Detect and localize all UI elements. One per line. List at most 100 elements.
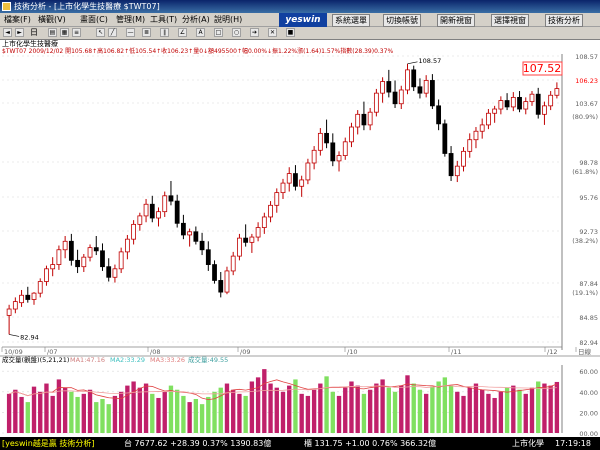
hline-tool-icon[interactable]: — bbox=[126, 28, 135, 37]
candle-body bbox=[168, 195, 174, 202]
price-tick-label: 84.85 bbox=[579, 314, 598, 322]
save-icon[interactable]: ■ bbox=[286, 28, 295, 37]
volume-bar bbox=[536, 381, 541, 433]
layout-icon[interactable]: ▤ bbox=[48, 28, 57, 37]
switch-account-button[interactable]: 切換帳號 bbox=[383, 14, 421, 27]
delete-tool-icon[interactable]: ✕ bbox=[268, 28, 277, 37]
circle-tool-icon[interactable]: ○ bbox=[232, 28, 241, 37]
volume-bar bbox=[367, 389, 373, 433]
candle-body bbox=[430, 80, 435, 107]
candle-body bbox=[68, 240, 74, 261]
price-chart: 上市化學生技醫療$TWT07 2009/12/02 開105.68↑高106.8… bbox=[0, 39, 600, 438]
candle-body bbox=[398, 89, 404, 105]
candle-body bbox=[479, 124, 485, 132]
volume-bar bbox=[143, 383, 149, 433]
candle-body bbox=[187, 231, 193, 236]
chart-area[interactable]: 上市化學生技醫療 $TWT07 2009/12/02 開105.68↑高106.8… bbox=[0, 39, 600, 438]
info-line: $TWT07 2009/12/02 開105.68↑高106.82↑低105.5… bbox=[2, 47, 393, 55]
candle-body bbox=[137, 215, 143, 225]
candle-body bbox=[100, 250, 105, 268]
market-label[interactable]: 上市化學 bbox=[512, 437, 544, 450]
period-selector[interactable]: 日 bbox=[30, 28, 38, 38]
volume-bar bbox=[206, 396, 211, 433]
volume-bar bbox=[175, 389, 180, 433]
volume-bar bbox=[330, 391, 335, 433]
menu-item-tools[interactable]: 工具(T) bbox=[150, 13, 177, 26]
volume-bar bbox=[280, 391, 286, 433]
indicator-value: 成交量:49.55 bbox=[188, 355, 228, 364]
candle-body bbox=[529, 93, 535, 103]
volume-bar bbox=[25, 402, 30, 433]
indicator-value: MA3:33.26 bbox=[150, 356, 185, 364]
candle-body bbox=[218, 280, 224, 293]
candle-body bbox=[156, 211, 161, 219]
select-window-button[interactable]: 選擇視窗 bbox=[491, 14, 529, 27]
high-marker-line bbox=[407, 61, 418, 65]
volume-bar bbox=[243, 395, 248, 433]
candle-body bbox=[44, 268, 49, 282]
volume-bar bbox=[548, 385, 553, 433]
candle-body bbox=[12, 301, 18, 310]
fib-tool-icon[interactable]: ≣ bbox=[142, 28, 151, 37]
candle-body bbox=[349, 126, 354, 143]
candle-body bbox=[124, 238, 130, 253]
menu-item-screen[interactable]: 畫面(C) bbox=[80, 13, 108, 26]
menu-item-help[interactable]: 說明(H) bbox=[214, 13, 242, 26]
volume-bar bbox=[504, 387, 510, 433]
volume-bar bbox=[231, 389, 236, 433]
prev-icon[interactable]: ◄ bbox=[3, 28, 12, 37]
technical-analysis-button[interactable]: 技術分析 bbox=[545, 14, 583, 27]
candle-body bbox=[492, 108, 498, 114]
pointer-icon[interactable]: ↖ bbox=[96, 28, 105, 37]
volume-bar bbox=[467, 387, 472, 433]
candle-body bbox=[299, 179, 305, 187]
indicator-value: MA1:47.16 bbox=[70, 356, 105, 364]
volume-bar bbox=[318, 383, 323, 433]
toolbar: ◄ ► 日 ▤ ▦ ≡ ↖ ╱ — ≣ ∥ ∠ A □ ○ ➔ ✕ ■ bbox=[0, 27, 600, 40]
next-icon[interactable]: ► bbox=[15, 28, 24, 37]
volume-bar bbox=[374, 383, 379, 433]
candle-body bbox=[261, 216, 267, 228]
channel-tool-icon[interactable]: ∥ bbox=[160, 28, 169, 37]
volume-bar bbox=[224, 383, 230, 433]
system-menu-button[interactable]: 系統選單 bbox=[332, 14, 370, 27]
x-axis-label: /09 bbox=[240, 348, 250, 356]
grid-icon[interactable]: ▦ bbox=[60, 28, 69, 37]
list-icon[interactable]: ≡ bbox=[72, 28, 81, 37]
x-axis-label: /12 bbox=[547, 348, 557, 356]
menu-item-analysis[interactable]: 分析(A) bbox=[182, 13, 210, 26]
price-tick-label: 108.57 bbox=[575, 53, 598, 61]
candle-body bbox=[535, 93, 541, 115]
angle-tool-icon[interactable]: ∠ bbox=[178, 28, 187, 37]
volume-bar bbox=[156, 397, 161, 433]
volume-bar bbox=[542, 383, 547, 433]
volume-bar bbox=[112, 395, 118, 433]
volume-bar bbox=[343, 387, 348, 433]
volume-bar bbox=[355, 385, 360, 433]
text-tool-icon[interactable]: A bbox=[196, 28, 205, 37]
volume-bar bbox=[423, 393, 429, 433]
menu-item-file[interactable]: 檔案(F) bbox=[4, 13, 31, 26]
arrow-tool-icon[interactable]: ➔ bbox=[250, 28, 259, 37]
volume-bar bbox=[75, 396, 80, 433]
volume-bar bbox=[62, 387, 68, 433]
candle-body bbox=[423, 80, 429, 94]
candle-body bbox=[336, 155, 342, 162]
candle-body bbox=[174, 200, 180, 224]
volume-bar bbox=[69, 391, 74, 433]
candle-body bbox=[373, 92, 379, 113]
volume-bar bbox=[131, 381, 136, 433]
volume-bar bbox=[50, 395, 55, 433]
line-tool-icon[interactable]: ╱ bbox=[108, 28, 117, 37]
candle-body bbox=[31, 292, 37, 300]
candle-body bbox=[81, 256, 87, 268]
new-window-button[interactable]: 開新視窗 bbox=[437, 14, 475, 27]
menu-item-view[interactable]: 橫觀(V) bbox=[38, 13, 66, 26]
volume-bar bbox=[168, 385, 174, 433]
candle-body bbox=[467, 139, 473, 152]
candle-body bbox=[106, 266, 112, 278]
candle-body bbox=[268, 204, 273, 218]
volume-bar bbox=[430, 386, 435, 433]
rect-tool-icon[interactable]: □ bbox=[214, 28, 223, 37]
menu-item-manage[interactable]: 管理(M) bbox=[116, 13, 145, 26]
